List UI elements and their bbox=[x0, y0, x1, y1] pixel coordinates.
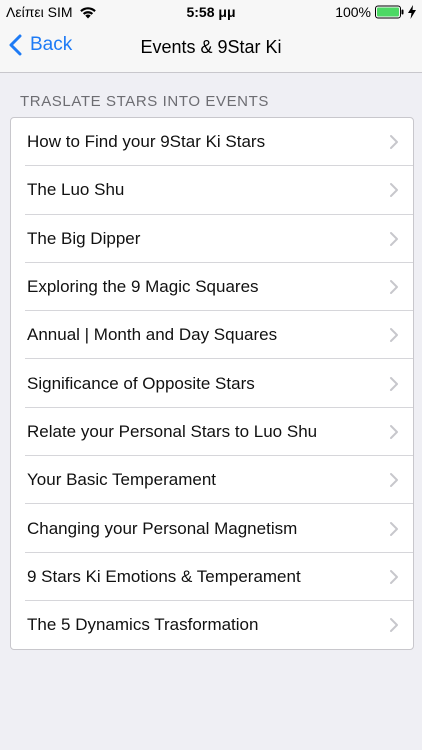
list-item[interactable]: The 5 Dynamics Trasformation bbox=[11, 601, 413, 649]
list-item[interactable]: Your Basic Temperament bbox=[11, 456, 413, 505]
list-item-label: The Luo Shu bbox=[27, 180, 125, 200]
list-item[interactable]: The Big Dipper bbox=[11, 215, 413, 264]
chevron-right-icon bbox=[390, 473, 398, 488]
list-item-label: Annual | Month and Day Squares bbox=[27, 325, 278, 345]
chevron-right-icon bbox=[390, 328, 398, 343]
list-item-label: Exploring the 9 Magic Squares bbox=[27, 277, 259, 297]
list-item[interactable]: How to Find your 9Star Ki Stars bbox=[11, 118, 413, 167]
list-item[interactable]: The Luo Shu bbox=[11, 166, 413, 215]
chevron-right-icon bbox=[390, 183, 398, 198]
chevron-right-icon bbox=[390, 521, 398, 536]
list-item-label: The Big Dipper bbox=[27, 228, 141, 248]
list-item-label: Relate your Personal Stars to Luo Shu bbox=[27, 421, 318, 441]
chevron-right-icon bbox=[390, 618, 398, 633]
section-header: TRASLATE STARS INTO EVENTS bbox=[20, 93, 269, 110]
list-item-label: How to Find your 9Star Ki Stars bbox=[27, 132, 266, 152]
page-title: Events & 9Star Ki bbox=[140, 37, 282, 57]
list-item[interactable]: Exploring the 9 Magic Squares bbox=[11, 263, 413, 312]
list-item-label: Your Basic Temperament bbox=[27, 470, 216, 490]
list-item[interactable]: Changing your Personal Magnetism bbox=[11, 504, 413, 553]
chevron-right-icon bbox=[390, 376, 398, 391]
chevron-right-icon bbox=[390, 135, 398, 150]
list-item-label: Significance of Opposite Stars bbox=[27, 373, 255, 393]
battery-indicator: 100% bbox=[335, 4, 416, 20]
list-item-label: 9 Stars Ki Emotions & Temperament bbox=[27, 566, 301, 586]
list-item[interactable]: Relate your Personal Stars to Luo Shu bbox=[11, 408, 413, 457]
list-item[interactable]: Significance of Opposite Stars bbox=[11, 359, 413, 409]
navigation-bar: Back Events & 9Star Ki bbox=[0, 24, 422, 73]
chevron-right-icon bbox=[390, 569, 398, 584]
chevron-right-icon bbox=[390, 231, 398, 246]
list-item-label: Changing your Personal Magnetism bbox=[27, 518, 298, 538]
events-list: How to Find your 9Star Ki Stars The Luo … bbox=[10, 117, 414, 651]
list-item[interactable]: Annual | Month and Day Squares bbox=[11, 311, 413, 360]
list-item[interactable]: 9 Stars Ki Emotions & Temperament bbox=[11, 553, 413, 602]
list-item-label: The 5 Dynamics Trasformation bbox=[27, 615, 259, 635]
battery-percent: 100% bbox=[335, 4, 371, 20]
chevron-right-icon bbox=[390, 280, 398, 295]
battery-icon bbox=[375, 5, 404, 19]
chevron-right-icon bbox=[390, 424, 398, 439]
charging-bolt-icon bbox=[408, 5, 416, 19]
status-bar: Λείπει SIM 5:58 μμ 100% bbox=[0, 0, 422, 24]
